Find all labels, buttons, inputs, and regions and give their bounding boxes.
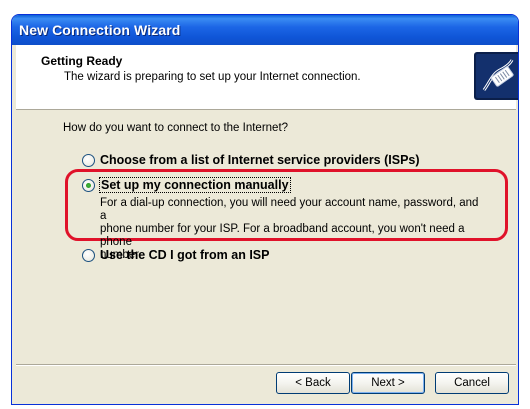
back-button[interactable]: < Back: [276, 372, 350, 394]
option-isp-cd[interactable]: Use the CD I got from an ISP: [82, 248, 269, 262]
wizard-body: How do you want to connect to the Intern…: [16, 111, 516, 364]
next-button[interactable]: Next >: [351, 372, 425, 394]
window-title: New Connection Wizard: [19, 22, 181, 38]
title-bar[interactable]: New Connection Wizard: [12, 15, 518, 45]
option-manual[interactable]: Set up my connection manually: [82, 177, 291, 193]
connection-question: How do you want to connect to the Intern…: [63, 122, 289, 134]
header-title: Getting Ready: [41, 54, 123, 68]
network-cable-icon: [474, 52, 518, 100]
radio-isp-list[interactable]: [82, 153, 95, 167]
manual-description-line: phone number for your ISP. For a broadba…: [100, 223, 465, 248]
option-manual-label[interactable]: Set up my connection manually: [99, 177, 291, 193]
manual-description-line: For a dial-up connection, you will need …: [100, 197, 479, 222]
option-isp-list-label[interactable]: Choose from a list of Internet service p…: [100, 153, 420, 167]
option-isp-cd-label[interactable]: Use the CD I got from an ISP: [100, 248, 269, 262]
footer-separator: [16, 364, 516, 366]
radio-isp-cd[interactable]: [82, 248, 95, 262]
cancel-button[interactable]: Cancel: [435, 372, 509, 394]
radio-manual[interactable]: [82, 178, 95, 192]
wizard-window: New Connection Wizard Getting Ready The …: [11, 14, 519, 405]
header-subtitle: The wizard is preparing to set up your I…: [64, 71, 361, 83]
wizard-header: Getting Ready The wizard is preparing to…: [16, 45, 518, 110]
option-isp-list[interactable]: Choose from a list of Internet service p…: [82, 153, 420, 167]
